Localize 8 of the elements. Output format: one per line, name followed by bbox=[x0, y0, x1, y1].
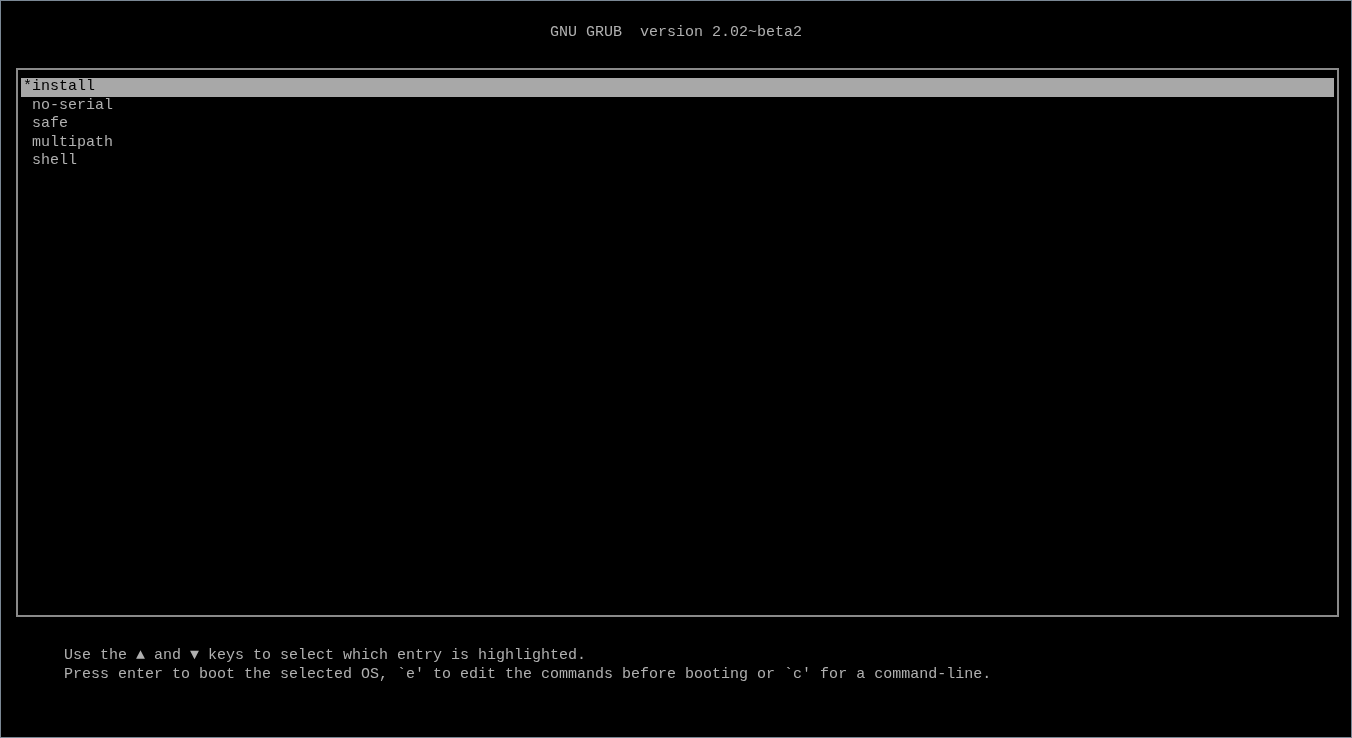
boot-menu-entry[interactable]: no-serial bbox=[21, 96, 1334, 115]
help-text: Press enter to boot the selected OS, `e' to edit the commands before booting or `c' for a command-line. bbox=[64, 665, 993, 684]
grub-title: GNU GRUB version 2.02~beta2 bbox=[549, 23, 802, 43]
boot-menu-entry[interactable]: *install bbox=[21, 78, 1334, 97]
boot-menu-entry[interactable]: safe bbox=[21, 115, 1334, 134]
boot-menu-entry[interactable]: shell bbox=[21, 152, 1334, 171]
help-text: Use the ▲ and ▼ keys to select which entry is highlighted. bbox=[64, 646, 588, 665]
boot-menu-entry[interactable]: multipath bbox=[21, 133, 1334, 152]
